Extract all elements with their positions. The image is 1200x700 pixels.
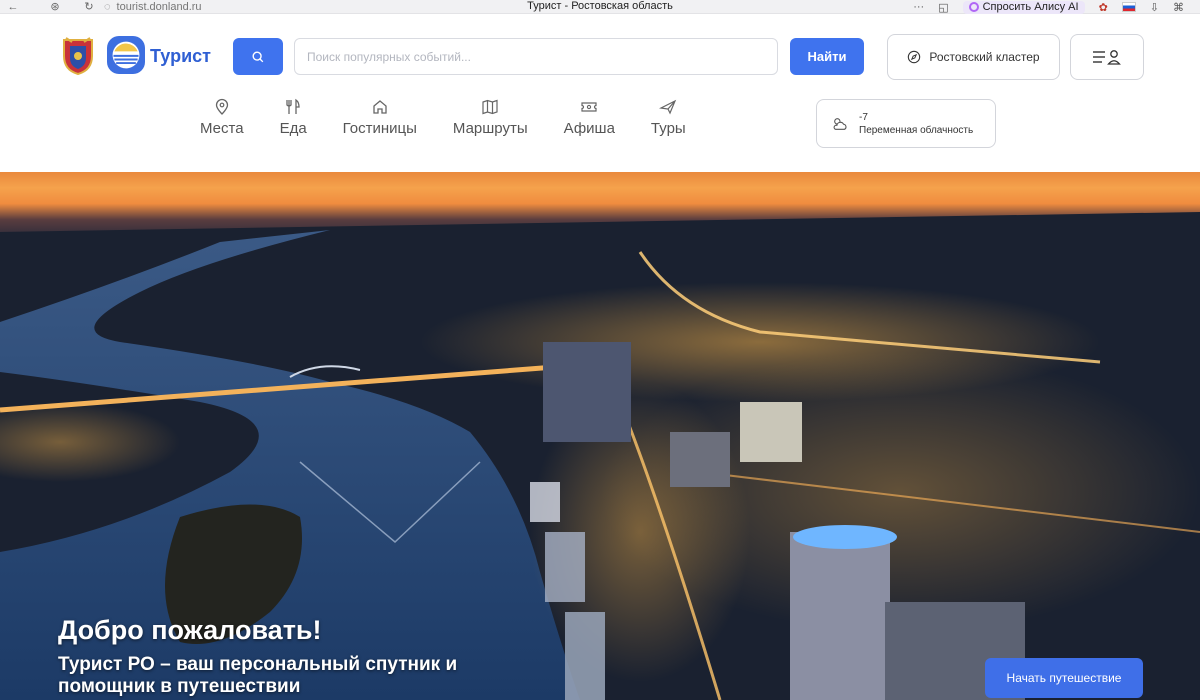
rostov-cluster-label: Ростовский кластер <box>929 50 1040 64</box>
nav-label-places: Места <box>200 120 244 137</box>
browser-right-tools: ··· ◱ Спросить Алису AI ✿ ⇩ ⌘ <box>913 0 1200 14</box>
main-navigation: Места Еда Гостиницы Маршруты Афиша Туры <box>200 98 722 148</box>
puzzle-icon[interactable]: ⌘ <box>1173 1 1184 14</box>
user-menu-button[interactable] <box>1070 34 1144 80</box>
plane-icon <box>659 99 677 115</box>
brand-name[interactable]: Турист <box>150 46 211 67</box>
region-coat-of-arms-icon[interactable] <box>60 36 96 76</box>
rostov-cluster-button[interactable]: Ростовский кластер <box>887 34 1060 80</box>
bookmark-icon[interactable]: ◱ <box>938 1 948 14</box>
hero-banner: Добро пожаловать! Турист РО – ваш персон… <box>0 172 1200 700</box>
nav-label-events: Афиша <box>563 120 615 137</box>
nav-item-hotels[interactable]: Гостиницы <box>343 98 417 148</box>
utensils-icon <box>286 98 300 114</box>
url-text[interactable]: tourist.donland.ru <box>117 1 202 13</box>
map-pin-icon <box>215 98 228 115</box>
compass-icon <box>908 50 921 64</box>
weather-widget[interactable]: -7 Переменная облачность <box>816 99 996 148</box>
more-icon[interactable]: ··· <box>913 1 924 13</box>
nav-item-places[interactable]: Места <box>200 98 244 148</box>
ai-assistant-button[interactable]: Спросить Алису AI <box>962 0 1085 14</box>
nav-label-hotels: Гостиницы <box>342 120 417 137</box>
ticket-icon <box>581 102 597 112</box>
weather-temperature: -7 <box>859 111 868 123</box>
alisa-icon <box>968 2 979 12</box>
ai-assistant-label: Спросить Алису AI <box>982 1 1079 13</box>
home-icon <box>373 100 387 114</box>
partly-cloudy-icon <box>833 117 847 130</box>
nav-label-tours: Туры <box>650 120 686 137</box>
site-header: Турист Найти Ростовский кластер Места <box>0 14 1200 172</box>
nav-item-food[interactable]: Еда <box>280 98 307 148</box>
reload-icon[interactable]: ↻ <box>76 0 102 14</box>
address-bar[interactable]: ◌ tourist.donland.ru <box>104 0 202 14</box>
nav-item-routes[interactable]: Маршруты <box>453 98 528 148</box>
menu-user-icon <box>1093 50 1121 65</box>
tourist-logo-icon[interactable] <box>107 36 145 74</box>
weather-condition: Переменная облачность <box>859 124 974 136</box>
start-journey-button[interactable]: Начать путешествие <box>985 658 1143 698</box>
hero-subtitle: Турист РО – ваш персональный спутник и п… <box>58 654 458 697</box>
language-flag-icon[interactable] <box>1121 2 1136 12</box>
nav-label-food: Еда <box>279 120 307 137</box>
lock-icon: ◌ <box>104 1 111 13</box>
nav-label-routes: Маршруты <box>452 120 528 137</box>
hero-title: Добро пожаловать! <box>58 615 322 645</box>
search-icon <box>252 50 264 62</box>
extension-icon[interactable]: ✿ <box>1099 1 1108 14</box>
back-icon[interactable]: ← <box>0 0 26 14</box>
search-input[interactable] <box>294 38 778 75</box>
nav-item-events[interactable]: Афиша <box>564 98 615 148</box>
nav-item-tours[interactable]: Туры <box>651 98 686 148</box>
map-icon <box>482 99 498 115</box>
extensions-icon[interactable]: ⊛ <box>42 0 68 14</box>
downloads-icon[interactable]: ⇩ <box>1150 1 1159 14</box>
find-button[interactable]: Найти <box>790 38 864 75</box>
search-button[interactable] <box>233 38 283 75</box>
